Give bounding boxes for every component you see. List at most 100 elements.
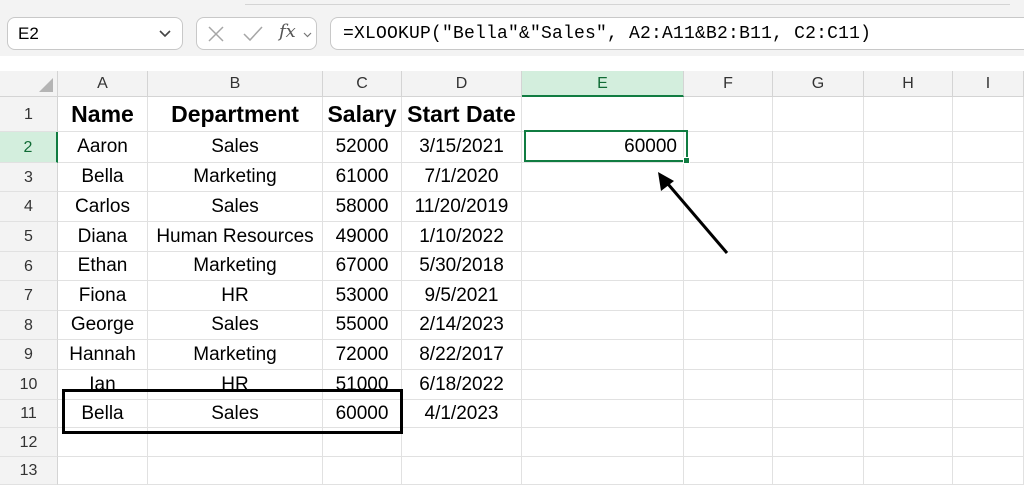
cell-e13[interactable] (522, 457, 684, 485)
cell-f6[interactable] (684, 252, 773, 281)
cell-f7[interactable] (684, 281, 773, 311)
cell-e12[interactable] (522, 428, 684, 457)
column-header-e[interactable]: E (522, 71, 684, 97)
cell-a4[interactable]: Carlos (58, 192, 148, 222)
column-header-f[interactable]: F (684, 71, 773, 97)
cell-h5[interactable] (864, 222, 953, 252)
cell-c13[interactable] (323, 457, 402, 485)
cell-i6[interactable] (953, 252, 1024, 281)
cell-h13[interactable] (864, 457, 953, 485)
cell-c1[interactable]: Salary (323, 97, 402, 132)
cell-c12[interactable] (323, 428, 402, 457)
cell-b4[interactable]: Sales (148, 192, 323, 222)
fx-icon[interactable]: fx (279, 21, 296, 42)
cell-i11[interactable] (953, 400, 1024, 428)
cell-e9[interactable] (522, 340, 684, 370)
column-header-a[interactable]: A (58, 71, 148, 97)
cell-d7[interactable]: 9/5/2021 (402, 281, 522, 311)
column-header-h[interactable]: H (864, 71, 953, 97)
cell-d9[interactable]: 8/22/2017 (402, 340, 522, 370)
cell-b1[interactable]: Department (148, 97, 323, 132)
cell-g12[interactable] (773, 428, 864, 457)
cell-g7[interactable] (773, 281, 864, 311)
cell-g2[interactable] (773, 132, 864, 163)
cell-h12[interactable] (864, 428, 953, 457)
cell-h7[interactable] (864, 281, 953, 311)
cell-a5[interactable]: Diana (58, 222, 148, 252)
cell-f13[interactable] (684, 457, 773, 485)
cell-f9[interactable] (684, 340, 773, 370)
x-icon[interactable] (207, 25, 225, 43)
row-header-4[interactable]: 4 (0, 192, 58, 222)
cell-h11[interactable] (864, 400, 953, 428)
cell-i12[interactable] (953, 428, 1024, 457)
cell-e6[interactable] (522, 252, 684, 281)
cell-g8[interactable] (773, 311, 864, 340)
cell-a10[interactable]: Ian (58, 370, 148, 400)
cell-g10[interactable] (773, 370, 864, 400)
cell-c4[interactable]: 58000 (323, 192, 402, 222)
cell-i13[interactable] (953, 457, 1024, 485)
row-header-7[interactable]: 7 (0, 281, 58, 311)
column-header-b[interactable]: B (148, 71, 323, 97)
column-header-g[interactable]: G (773, 71, 864, 97)
cell-d5[interactable]: 1/10/2022 (402, 222, 522, 252)
cell-d2[interactable]: 3/15/2021 (402, 132, 522, 163)
cell-b11[interactable]: Sales (148, 400, 323, 428)
cell-b7[interactable]: HR (148, 281, 323, 311)
cell-f5[interactable] (684, 222, 773, 252)
cell-i2[interactable] (953, 132, 1024, 163)
cell-e2[interactable]: 60000 (522, 132, 684, 163)
cell-i4[interactable] (953, 192, 1024, 222)
cell-a9[interactable]: Hannah (58, 340, 148, 370)
cell-c9[interactable]: 72000 (323, 340, 402, 370)
cell-f10[interactable] (684, 370, 773, 400)
cell-i9[interactable] (953, 340, 1024, 370)
cell-g3[interactable] (773, 163, 864, 192)
cell-i5[interactable] (953, 222, 1024, 252)
cell-h9[interactable] (864, 340, 953, 370)
checkmark-icon[interactable] (242, 25, 264, 43)
cell-g6[interactable] (773, 252, 864, 281)
cell-g5[interactable] (773, 222, 864, 252)
cell-c10[interactable]: 51000 (323, 370, 402, 400)
row-header-12[interactable]: 12 (0, 428, 58, 457)
cell-g4[interactable] (773, 192, 864, 222)
cell-b8[interactable]: Sales (148, 311, 323, 340)
cell-f1[interactable] (684, 97, 773, 132)
cell-g11[interactable] (773, 400, 864, 428)
cell-h2[interactable] (864, 132, 953, 163)
cell-e10[interactable] (522, 370, 684, 400)
chevron-down-icon[interactable] (158, 26, 172, 40)
row-header-11[interactable]: 11 (0, 400, 58, 428)
cell-b3[interactable]: Marketing (148, 163, 323, 192)
select-all-button[interactable] (0, 71, 58, 97)
cell-f4[interactable] (684, 192, 773, 222)
cell-d11[interactable]: 4/1/2023 (402, 400, 522, 428)
cell-d10[interactable]: 6/18/2022 (402, 370, 522, 400)
cell-i7[interactable] (953, 281, 1024, 311)
cell-a2[interactable]: Aaron (58, 132, 148, 163)
column-header-c[interactable]: C (323, 71, 402, 97)
cell-g9[interactable] (773, 340, 864, 370)
cell-b5[interactable]: Human Resources (148, 222, 323, 252)
cell-e1[interactable] (522, 97, 684, 132)
cell-e8[interactable] (522, 311, 684, 340)
cell-f3[interactable] (684, 163, 773, 192)
cell-d12[interactable] (402, 428, 522, 457)
cell-h10[interactable] (864, 370, 953, 400)
cell-d1[interactable]: Start Date (402, 97, 522, 132)
column-header-i[interactable]: I (953, 71, 1024, 97)
cell-c2[interactable]: 52000 (323, 132, 402, 163)
cell-c11[interactable]: 60000 (323, 400, 402, 428)
cell-a6[interactable]: Ethan (58, 252, 148, 281)
cell-b12[interactable] (148, 428, 323, 457)
cell-e5[interactable] (522, 222, 684, 252)
cell-i8[interactable] (953, 311, 1024, 340)
cell-c8[interactable]: 55000 (323, 311, 402, 340)
cell-i10[interactable] (953, 370, 1024, 400)
row-header-6[interactable]: 6 (0, 252, 58, 281)
cell-b13[interactable] (148, 457, 323, 485)
cell-c3[interactable]: 61000 (323, 163, 402, 192)
cell-h3[interactable] (864, 163, 953, 192)
